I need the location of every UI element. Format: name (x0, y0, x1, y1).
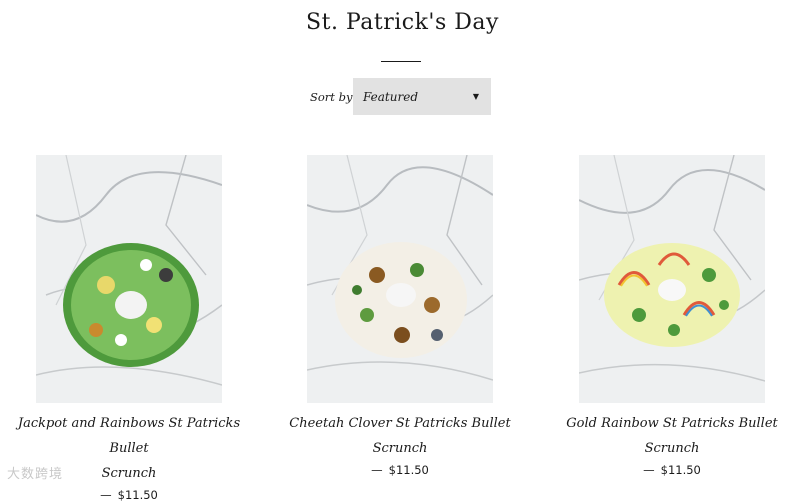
price-dash: — (371, 463, 383, 477)
sort-label: Sort by (310, 90, 353, 104)
product-title-line: Jackpot and Rainbows St Patricks Bullet (17, 416, 241, 456)
product-price: $11.50 (660, 463, 701, 477)
sort-selected-value: Featured (363, 89, 418, 104)
sort-select[interactable]: Featured ▼ (353, 78, 491, 115)
title-divider (381, 61, 421, 62)
product-title-line: Cheetah Clover St Patricks Bullet (289, 416, 511, 431)
product-title[interactable]: Gold Rainbow St Patricks Bullet Scrunch (541, 411, 803, 461)
product-price: $11.50 (388, 463, 429, 477)
product-price: $11.50 (117, 488, 158, 502)
watermark: 大数跨境 (7, 467, 64, 482)
product-title[interactable]: Cheetah Clover St Patricks Bullet Scrunc… (269, 411, 531, 461)
page-title: St. Patrick's Day (306, 10, 499, 35)
product-image[interactable] (36, 155, 222, 403)
product-image[interactable] (307, 155, 493, 403)
product-title-line: Gold Rainbow St Patricks Bullet Scrunch (566, 416, 778, 456)
product-title-line: Scrunch (372, 441, 428, 456)
product-card: Jackpot and Rainbows St Patricks Bullet … (0, 155, 260, 503)
product-image[interactable] (579, 155, 765, 403)
product-price-line: — $11.50 (541, 462, 803, 478)
product-title-line: Scrunch (101, 466, 157, 481)
product-card: Gold Rainbow St Patricks Bullet Scrunch … (541, 155, 803, 478)
price-dash: — (100, 488, 112, 502)
caret-down-icon: ▼ (472, 92, 479, 101)
product-card: Cheetah Clover St Patricks Bullet Scrunc… (269, 155, 531, 478)
price-dash: — (643, 463, 655, 477)
product-price-line: — $11.50 (0, 487, 260, 503)
product-price-line: — $11.50 (269, 462, 531, 478)
